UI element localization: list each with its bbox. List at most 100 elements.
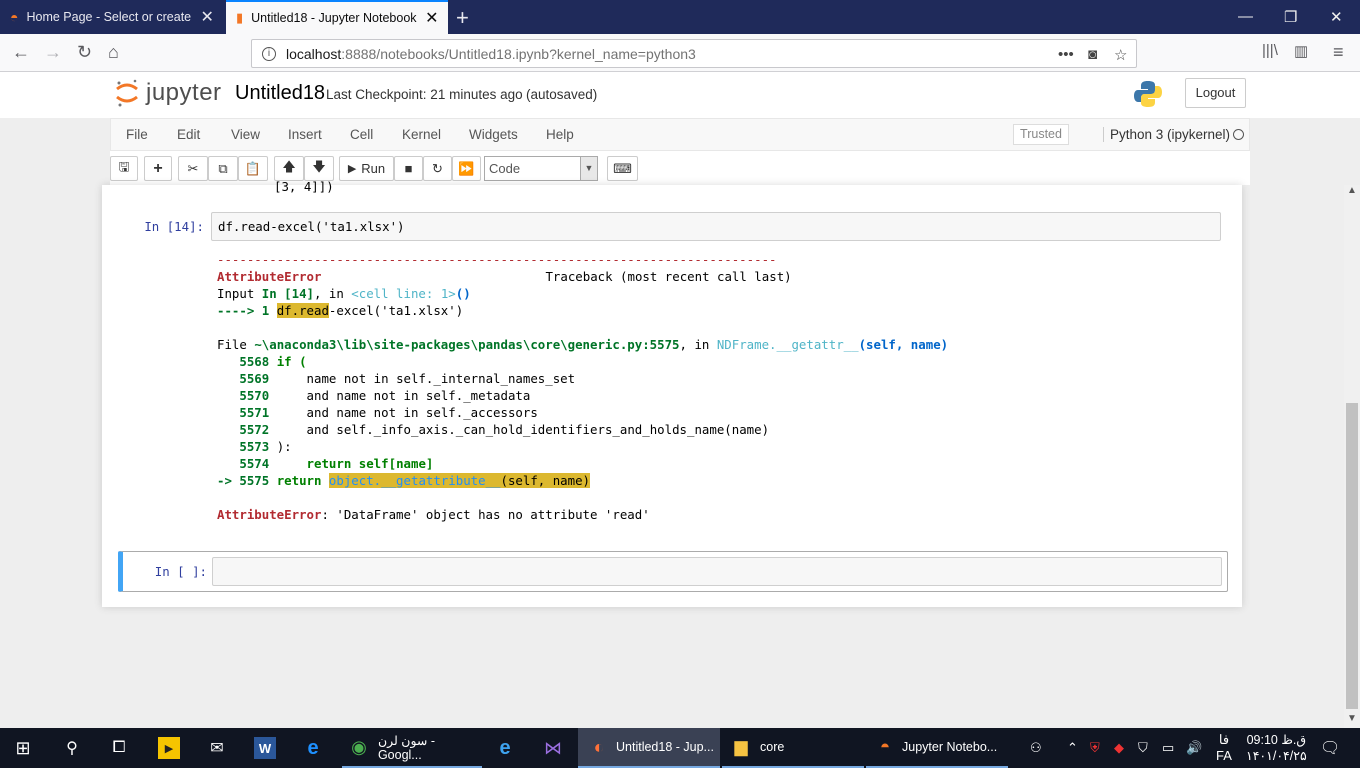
clock-time: ق.ظ 09:10 bbox=[1246, 733, 1307, 747]
play-icon: ▶ bbox=[347, 163, 357, 175]
copy-icon: ⧉ bbox=[218, 160, 228, 176]
restart-button[interactable]: ↻ bbox=[423, 156, 452, 181]
pocket-icon[interactable]: ◙ bbox=[1088, 46, 1097, 63]
jupyter-logo[interactable]: jupyter bbox=[114, 78, 222, 108]
paste-button[interactable]: 📋 bbox=[238, 156, 268, 181]
taskbar-app-mail[interactable]: ✉ bbox=[206, 728, 228, 768]
hamburger-menu-icon[interactable]: ≡ bbox=[1333, 42, 1344, 63]
trusted-indicator[interactable]: Trusted bbox=[1013, 124, 1069, 145]
menu-help[interactable]: Help bbox=[546, 127, 574, 142]
menu-insert[interactable]: Insert bbox=[288, 127, 322, 142]
network-icon[interactable]: ▭ bbox=[1162, 728, 1174, 768]
taskbar-item-explorer[interactable]: ▆ core bbox=[722, 728, 864, 768]
taskbar-item-jupyter[interactable]: ◓ Jupyter Notebo... bbox=[866, 728, 1008, 768]
new-tab-button[interactable]: + bbox=[456, 5, 469, 31]
restore-icon[interactable]: ❐ bbox=[1284, 8, 1297, 26]
traceback-divider: ----------------------------------------… bbox=[217, 252, 777, 267]
selected-code-cell[interactable]: In [ ]: bbox=[118, 551, 1228, 592]
browser-tab-notebook[interactable]: ▮ Untitled18 - Jupyter Notebook ✕ bbox=[226, 0, 448, 34]
mail-icon: ✉ bbox=[210, 740, 224, 757]
cell-prompt: In [14]: bbox=[144, 219, 204, 234]
python-logo-icon bbox=[1134, 81, 1162, 107]
run-button[interactable]: ▶ Run bbox=[339, 156, 394, 181]
scroll-up-icon[interactable]: ▲ bbox=[1347, 185, 1357, 196]
cut-button[interactable]: ✂ bbox=[178, 156, 208, 181]
close-window-icon[interactable]: ✕ bbox=[1330, 8, 1343, 26]
task-view-button[interactable]: ⧠ bbox=[108, 728, 130, 768]
input-line: Input In [14], in <cell line: 1>() bbox=[217, 286, 471, 301]
menu-view[interactable]: View bbox=[231, 127, 260, 142]
language-indicator[interactable]: فا FA bbox=[1216, 728, 1232, 768]
word-icon: W bbox=[254, 737, 276, 759]
search-button[interactable]: ⚲ bbox=[61, 728, 83, 768]
checkpoint-status: Last Checkpoint: 21 minutes ago bbox=[326, 87, 523, 102]
cell-prompt: In [ ]: bbox=[154, 564, 207, 579]
move-down-button[interactable]: 🡇 bbox=[304, 156, 334, 181]
clock[interactable]: ق.ظ 09:10 ۱۴۰۱/۰۴/۲۵ bbox=[1246, 728, 1307, 768]
save-button[interactable]: 🖫 bbox=[110, 156, 138, 181]
folder-icon: ▆ bbox=[734, 737, 748, 756]
home-icon[interactable]: ⌂ bbox=[108, 42, 119, 63]
kernel-name[interactable]: Python 3 (ipykernel) bbox=[1103, 127, 1230, 142]
copy-button[interactable]: ⧉ bbox=[208, 156, 238, 181]
cell-type-select[interactable]: Code ▼ bbox=[484, 156, 598, 181]
forward-icon[interactable]: → bbox=[44, 42, 62, 63]
move-up-button[interactable]: 🡅 bbox=[274, 156, 304, 181]
taskbar-app-player[interactable]: ▶ bbox=[158, 728, 180, 768]
chevron-up-icon[interactable]: ⌃ bbox=[1067, 728, 1078, 768]
menu-file[interactable]: File bbox=[126, 127, 148, 142]
site-info-icon[interactable]: i bbox=[262, 46, 276, 61]
command-palette-button[interactable]: ⌨ bbox=[607, 156, 638, 181]
url-bar[interactable]: i localhost :8888/notebooks/Untitled18.i… bbox=[251, 39, 1137, 68]
reload-icon[interactable]: ↻ bbox=[77, 42, 92, 63]
insert-cell-button[interactable]: + bbox=[144, 156, 172, 181]
final-error-line: AttributeError: 'DataFrame' object has n… bbox=[217, 507, 650, 522]
search-icon: ⚲ bbox=[66, 740, 78, 757]
taskbar-app-visual-studio[interactable]: ⋈ bbox=[542, 728, 564, 768]
library-icon[interactable]: |||\ bbox=[1262, 42, 1278, 59]
firefox-icon: ◐ bbox=[593, 736, 605, 757]
page-scrollbar[interactable]: ▲ ▼ bbox=[1344, 185, 1360, 728]
interrupt-button[interactable]: ■ bbox=[394, 156, 423, 181]
highlighted-code: df.read bbox=[276, 303, 329, 318]
code-cell-input[interactable] bbox=[212, 557, 1222, 586]
source-line: 5571 and name not in self._accessors bbox=[239, 405, 538, 420]
start-button[interactable]: ⊞ bbox=[12, 728, 34, 768]
close-tab-icon[interactable]: ✕ bbox=[425, 8, 438, 28]
antivirus-tray-icon[interactable]: ◆ bbox=[1114, 728, 1124, 768]
people-icon[interactable]: ⚇ bbox=[1030, 728, 1042, 768]
traceback-header-line: AttributeError Traceback (most recent cal… bbox=[217, 268, 948, 285]
source-line: 5573 ): bbox=[239, 439, 292, 454]
menu-widgets[interactable]: Widgets bbox=[469, 127, 518, 142]
notifications-icon[interactable]: 🗨 bbox=[1320, 728, 1340, 768]
close-tab-icon[interactable]: ✕ bbox=[200, 7, 213, 27]
minimize-icon[interactable]: — bbox=[1238, 8, 1253, 25]
menu-kernel[interactable]: Kernel bbox=[402, 127, 441, 142]
page-actions-icon[interactable]: ••• bbox=[1058, 46, 1074, 63]
menu-edit[interactable]: Edit bbox=[177, 127, 200, 142]
scroll-down-icon[interactable]: ▼ bbox=[1347, 713, 1357, 724]
taskbar-item-chrome[interactable]: ◉ سون لرن - Googl... bbox=[342, 728, 482, 768]
run-label: Run bbox=[361, 161, 386, 176]
restart-run-all-button[interactable]: ⏩ bbox=[452, 156, 481, 181]
menu-cell[interactable]: Cell bbox=[350, 127, 373, 142]
notebook-name[interactable]: Untitled18 bbox=[235, 82, 325, 105]
taskbar-app-edge[interactable]: e bbox=[302, 728, 324, 768]
shield-icon[interactable]: ⛉ bbox=[1138, 728, 1148, 768]
browser-tab-home[interactable]: ◓ Home Page - Select or create a ✕ bbox=[0, 0, 226, 34]
taskbar-app-ie[interactable]: e bbox=[494, 728, 516, 768]
scrollbar-thumb[interactable] bbox=[1346, 403, 1358, 709]
arrow-down-icon: 🡇 bbox=[312, 158, 326, 174]
taskbar-item-firefox[interactable]: ◐ Untitled18 - Jup... bbox=[578, 728, 720, 768]
sidebar-icon[interactable]: ▥ bbox=[1294, 42, 1308, 60]
chrome-icon: ◉ bbox=[351, 736, 367, 757]
bookmark-star-icon[interactable]: ☆ bbox=[1114, 46, 1127, 64]
logout-button[interactable]: Logout bbox=[1185, 78, 1246, 108]
code-cell-input[interactable]: df.read-excel('ta1.xlsx') bbox=[211, 212, 1221, 241]
jupyter-logo-text: jupyter bbox=[146, 79, 222, 106]
back-icon[interactable]: ← bbox=[12, 42, 30, 63]
taskbar-app-word[interactable]: W bbox=[254, 728, 276, 768]
security-tray-icon[interactable]: ⛨ bbox=[1090, 728, 1100, 768]
volume-icon[interactable]: 🔊 bbox=[1186, 728, 1202, 768]
file-line: File ~\anaconda3\lib\site-packages\panda… bbox=[217, 337, 949, 352]
